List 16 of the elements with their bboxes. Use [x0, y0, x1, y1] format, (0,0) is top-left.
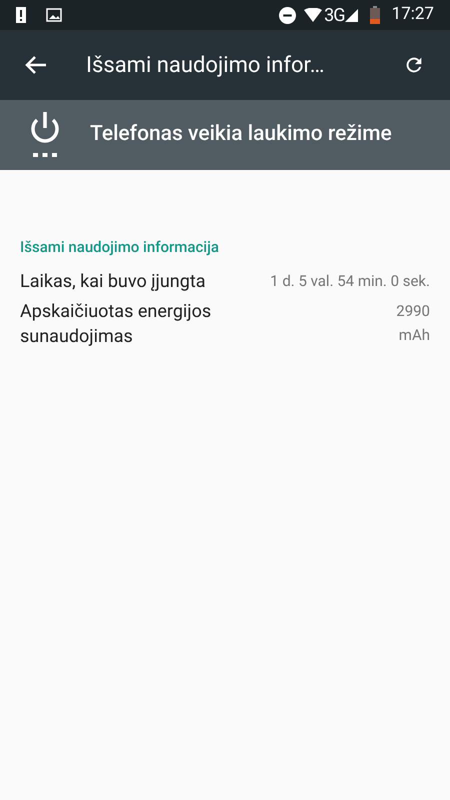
alert-icon	[16, 7, 26, 23]
image-icon	[46, 8, 62, 22]
toolbar-title: Išsami naudojimo infor…	[86, 52, 326, 80]
row-value: 1 d. 5 val. 54 min. 0 sek.	[270, 270, 430, 292]
signal-icon	[344, 8, 358, 22]
clock: 17:27	[392, 3, 434, 26]
section-title: Išsami naudojimo informacija	[20, 237, 220, 258]
battery-icon	[370, 6, 380, 24]
wifi-icon	[304, 8, 322, 22]
row-label: Laikas, kai buvo įjungta	[20, 270, 206, 294]
row-value: 2990 mAh	[395, 300, 430, 346]
do-not-disturb-icon	[279, 6, 296, 24]
back-icon	[25, 55, 47, 75]
row-label: Apskaičiuotas energijos sunaudojimas	[20, 300, 212, 348]
banner-text: Telefonas veikia laukimo režime	[90, 121, 392, 148]
network-type: 3G	[324, 4, 345, 28]
